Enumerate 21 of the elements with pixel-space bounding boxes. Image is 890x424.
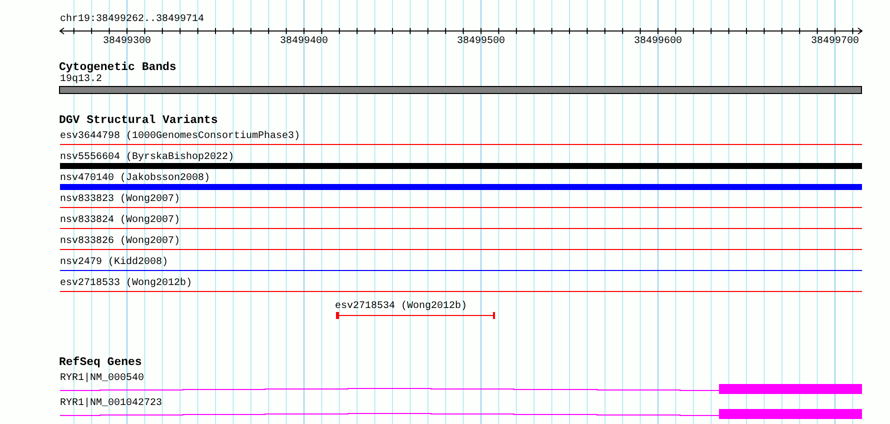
variant-label: esv2718533 (Wong2012b) [60, 278, 192, 289]
variant-label: nsv833823 (Wong2007) [60, 194, 180, 205]
variant-label: nsv5556604 (ByrskaBishop2022) [60, 152, 234, 163]
ruler-tick-label: 38499500 [457, 36, 505, 48]
band-label: 19q13.2 [60, 74, 102, 85]
gene-label: RYR1|NM_000540 [60, 373, 144, 384]
track-title: RefSeq Genes [59, 357, 142, 369]
ruler-tick-label: 38499400 [280, 36, 328, 48]
variant-label: esv3644798 (1000GenomesConsortiumPhase3) [60, 131, 300, 142]
ruler-tick-label: 38499700 [811, 36, 859, 48]
ruler-tick-label: 38499600 [634, 36, 682, 48]
variant-label: esv2718534 (Wong2012b) [335, 301, 468, 312]
variant-label: nsv2479 (Kidd2008) [60, 257, 168, 268]
location-label: chr19:38499262..38499714 [60, 14, 204, 26]
ruler-tick-label: 38499300 [103, 36, 151, 48]
track-title: DGV Structural Variants [59, 115, 218, 127]
variant-label: nsv833826 (Wong2007) [60, 236, 180, 247]
track-title: Cytogenetic Bands [59, 62, 176, 74]
variant-label: nsv470140 (Jakobsson2008) [60, 173, 210, 184]
variant-label: nsv833824 (Wong2007) [60, 215, 180, 226]
gene-label: RYR1|NM_001042723 [60, 398, 162, 409]
